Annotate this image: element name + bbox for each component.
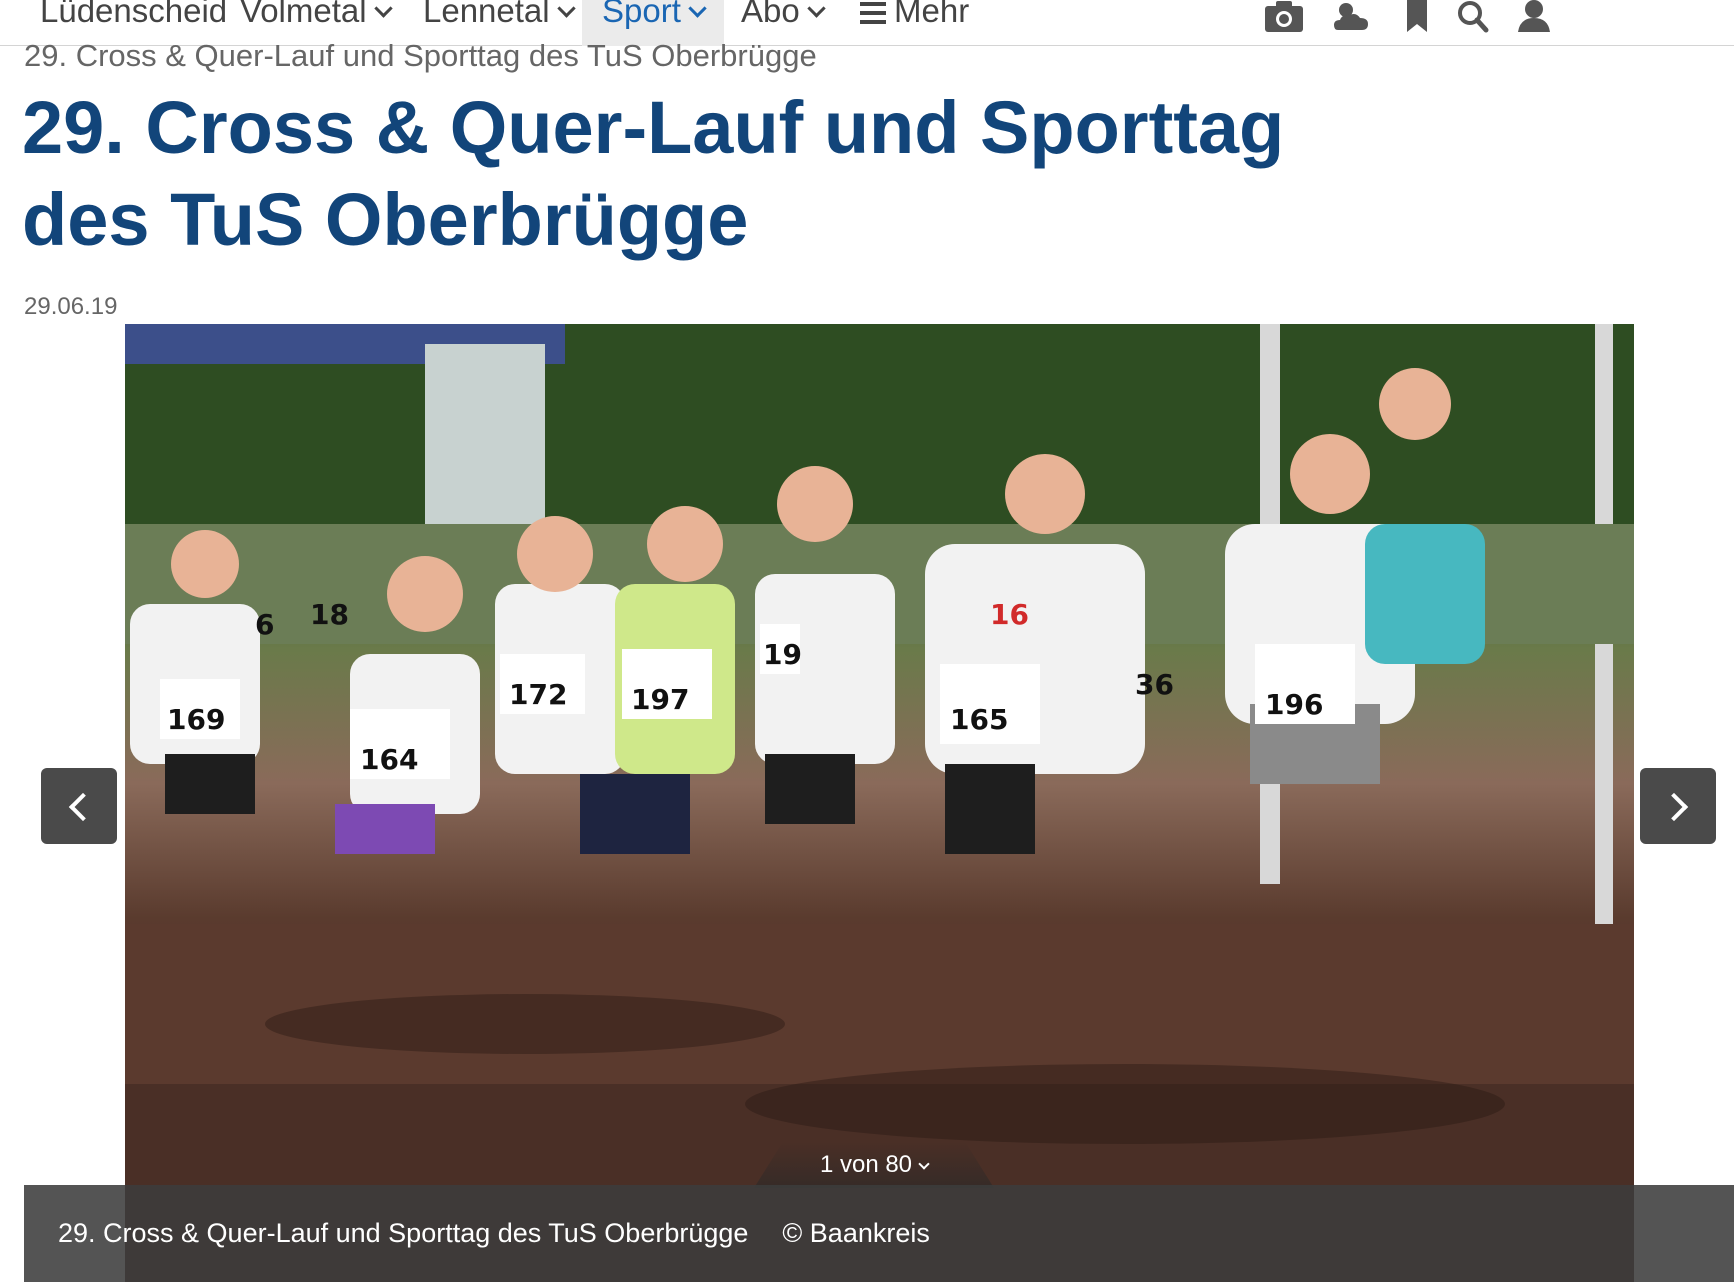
chevron-down-icon [556, 0, 576, 18]
photo-gallery: 169 164 172 197 19 165 196 16 18 36 6 1 … [24, 324, 1734, 1282]
bib-number: 164 [360, 743, 418, 776]
nav-item-label: Mehr [894, 0, 970, 29]
caption-credit: © Baankreis [782, 1218, 930, 1248]
article-headline: 29. Cross & Quer-Lauf und Sporttag des T… [22, 86, 1285, 261]
image-counter-dropdown[interactable]: 1 von 80 [754, 1142, 994, 1188]
bib-number: 16 [990, 598, 1029, 631]
article-date: 29.06.19 [24, 293, 118, 320]
gallery-photo[interactable]: 169 164 172 197 19 165 196 16 18 36 6 [125, 324, 1634, 1282]
previous-image-button[interactable] [41, 768, 117, 844]
chevron-down-icon [807, 0, 826, 18]
nav-item-label: Volmetal [240, 0, 367, 29]
user-icon[interactable] [1512, 0, 1556, 34]
article-kicker: 29. Cross & Quer-Lauf und Sporttag des T… [24, 38, 817, 73]
search-icon[interactable] [1452, 0, 1496, 34]
image-caption-bar: 29. Cross & Quer-Lauf und Sporttag des T… [24, 1185, 1734, 1282]
chevron-down-icon [373, 0, 393, 18]
caption-title: 29. Cross & Quer-Lauf und Sporttag des T… [58, 1218, 749, 1248]
bib-number: 6 [255, 608, 274, 641]
nav-item-label: Lüdenscheid [40, 0, 228, 29]
chevron-down-icon [918, 1158, 930, 1170]
bookmark-icon[interactable] [1395, 0, 1439, 34]
nav-item-label: Sport [602, 0, 681, 29]
bib-number: 169 [167, 703, 225, 736]
chevron-down-icon [688, 0, 707, 18]
next-image-button[interactable] [1640, 768, 1716, 844]
bib-number: 18 [310, 598, 349, 631]
nav-item-mehr[interactable]: Mehr [860, 0, 969, 46]
nav-item-label: Abo [741, 0, 800, 29]
photo-illustration: 169 164 172 197 19 165 196 16 18 36 6 [125, 324, 1634, 1282]
bib-number: 19 [763, 638, 802, 671]
bib-number: 196 [1265, 688, 1323, 721]
hamburger-menu-icon [860, 2, 886, 29]
bib-number: 172 [509, 678, 567, 711]
nav-item-label: Lennetal [423, 0, 550, 29]
image-counter-label: 1 von 80 [819, 1151, 913, 1178]
bib-number: 36 [1135, 668, 1174, 701]
bib-number: 197 [631, 683, 689, 716]
weather-icon[interactable] [1330, 0, 1374, 34]
bib-number: 165 [950, 703, 1008, 736]
camera-icon[interactable] [1262, 0, 1306, 34]
